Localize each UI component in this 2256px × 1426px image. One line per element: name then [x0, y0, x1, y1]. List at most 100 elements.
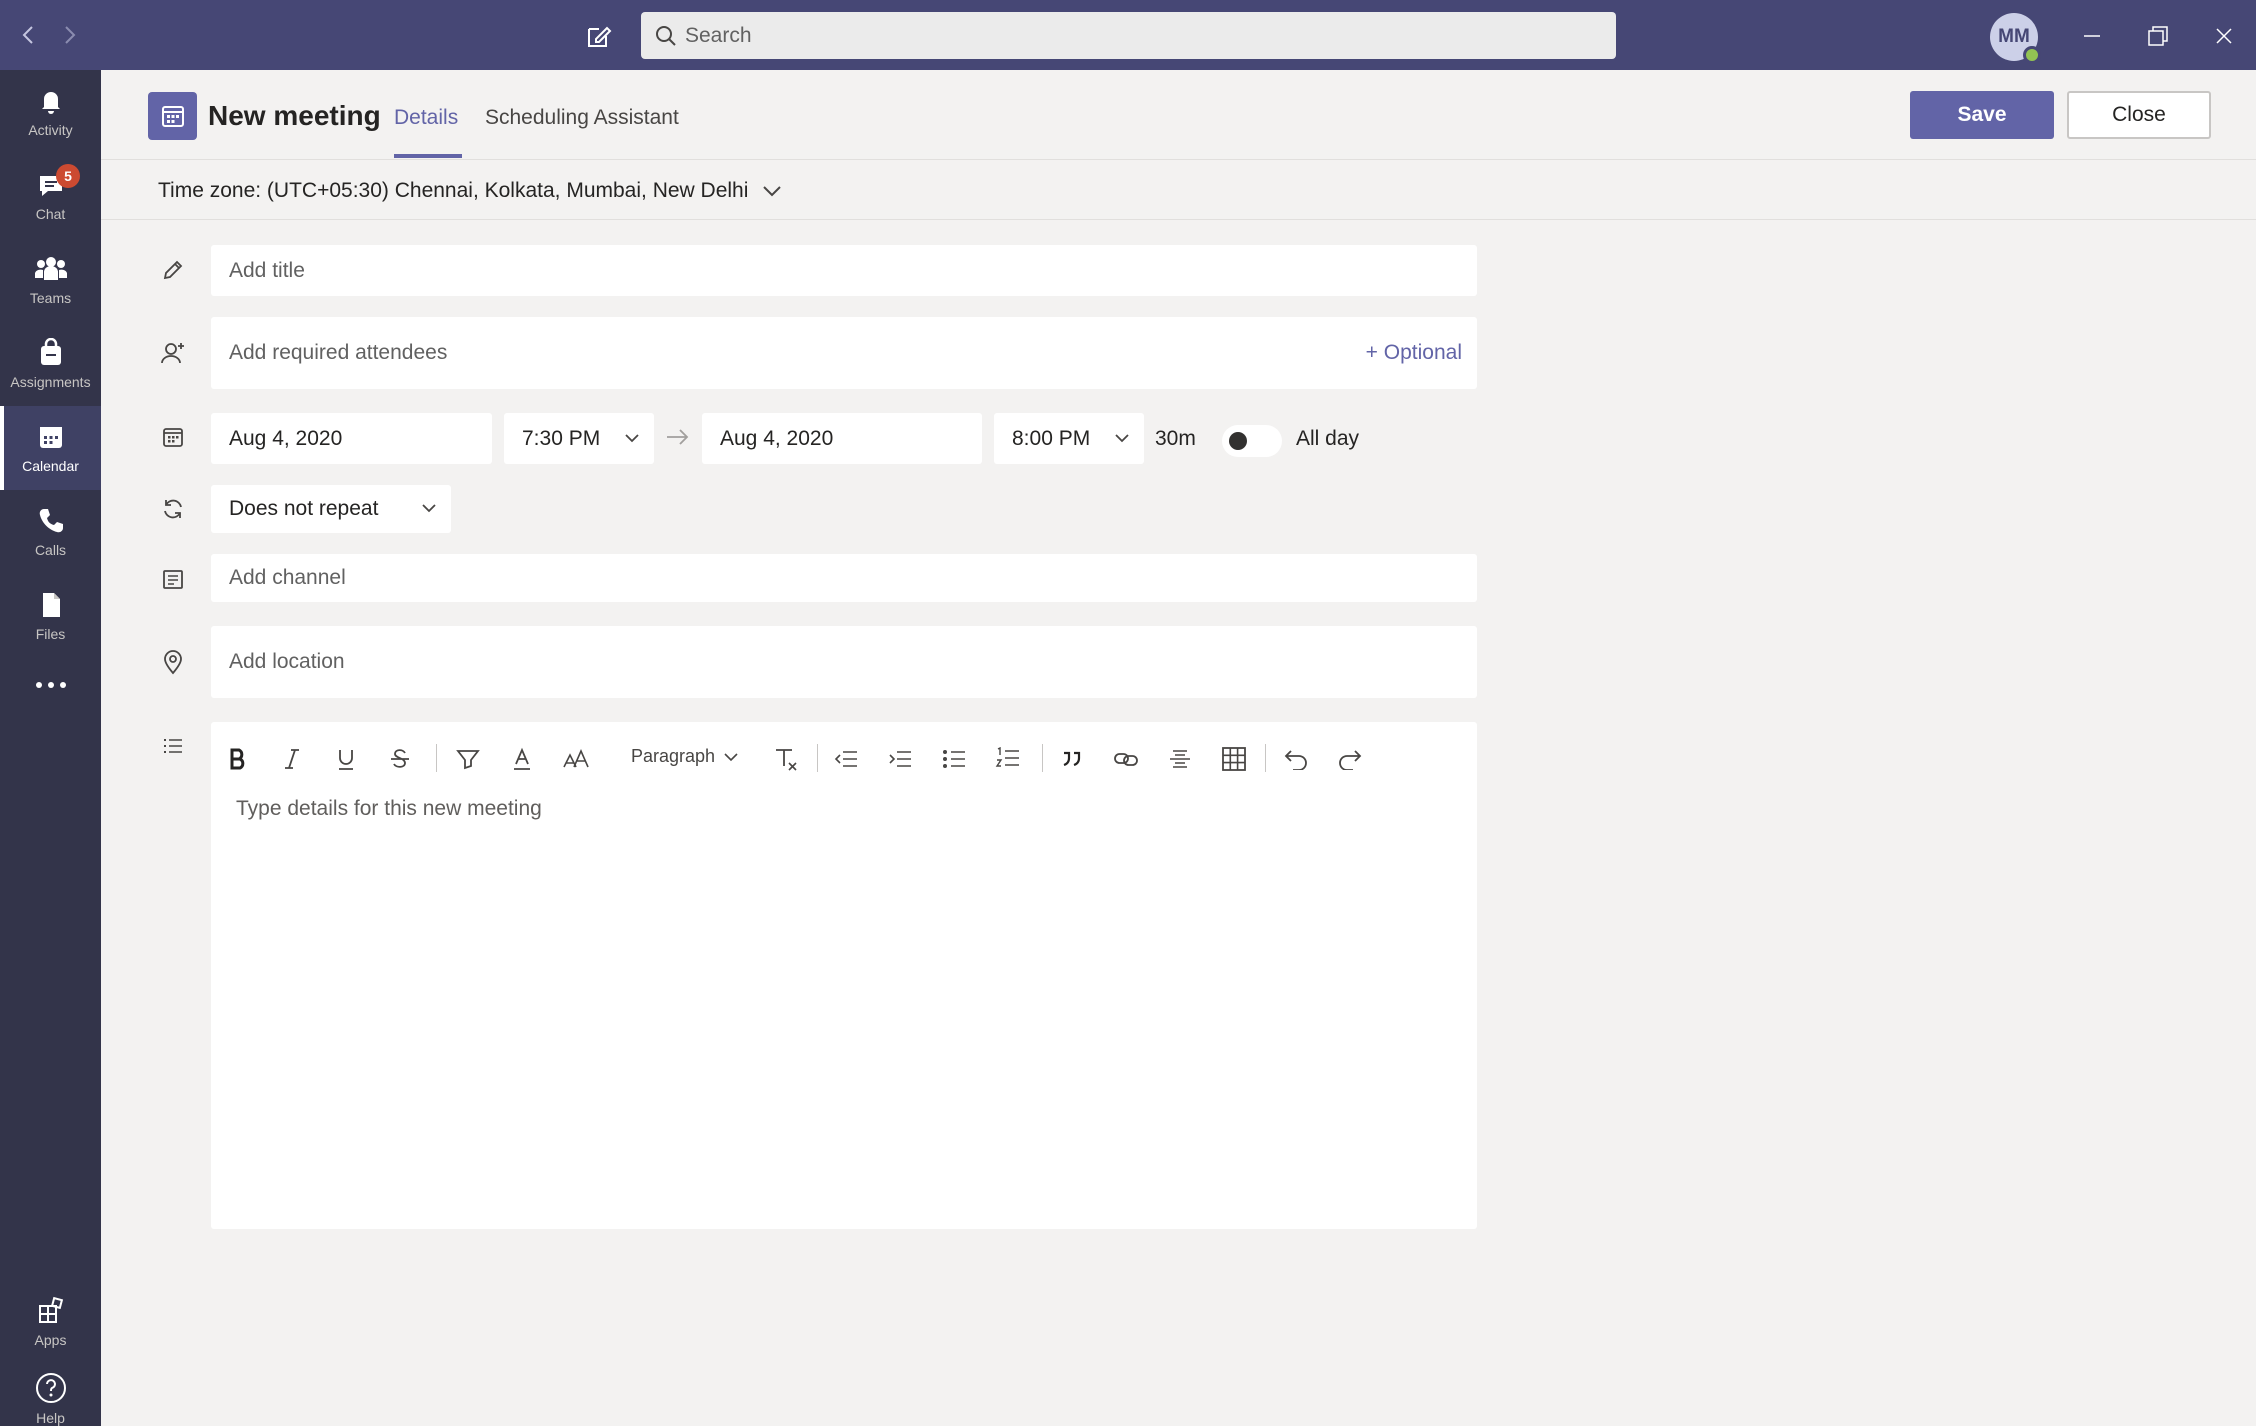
undo-button[interactable] — [1281, 742, 1311, 776]
highlight-button[interactable] — [451, 742, 485, 776]
tab-details[interactable]: Details — [394, 106, 458, 130]
redo-icon — [1339, 750, 1362, 770]
search-icon — [656, 26, 676, 46]
chevron-down-icon — [1115, 433, 1129, 442]
timezone-selector[interactable]: Time zone: (UTC+05:30) Chennai, Kolkata,… — [158, 179, 782, 203]
bulleted-list-button[interactable] — [939, 742, 969, 776]
font-color-button[interactable] — [507, 742, 537, 776]
help-icon — [35, 1373, 66, 1403]
paragraph-style-dropdown[interactable]: Paragraph — [631, 746, 739, 767]
underline-icon — [339, 750, 353, 770]
quote-icon — [1063, 751, 1081, 767]
horizontal-rule-icon — [1170, 750, 1190, 768]
paragraph-label: Paragraph — [631, 746, 716, 766]
start-date-picker[interactable]: Aug 4, 2020 — [211, 413, 492, 464]
attendees-placeholder: Add required attendees — [229, 341, 448, 364]
rail-item-help[interactable]: Help — [0, 1364, 101, 1426]
title-input[interactable]: Add title — [211, 245, 1477, 296]
rail-label: Calendar — [22, 458, 79, 474]
page-title: New meeting — [208, 100, 381, 131]
minimize-button[interactable] — [2070, 14, 2114, 58]
table-icon — [1222, 747, 1246, 771]
add-person-icon — [158, 338, 188, 368]
phone-icon — [39, 509, 63, 533]
duration-label: 30m — [1155, 427, 1196, 450]
optional-attendees-link[interactable]: + Optional — [1366, 341, 1462, 365]
numbered-list-icon — [995, 747, 1019, 767]
font-size-icon — [563, 749, 589, 768]
tab-scheduling-assistant[interactable]: Scheduling Assistant — [485, 106, 679, 130]
rail-item-assignments[interactable]: Assignments — [0, 322, 101, 406]
all-day-toggle[interactable] — [1222, 425, 1282, 457]
bell-icon — [41, 92, 60, 114]
horizontal-rule-button[interactable] — [1165, 742, 1195, 776]
compose-icon — [588, 26, 612, 47]
font-size-button[interactable] — [559, 742, 593, 776]
rail-item-calendar[interactable]: Calendar — [0, 406, 101, 490]
increase-indent-button[interactable] — [885, 742, 915, 776]
list-icon — [158, 731, 188, 761]
save-button[interactable]: Save — [1910, 91, 2054, 139]
rail-label: Files — [35, 626, 66, 642]
channel-input[interactable]: Add channel — [211, 554, 1477, 602]
more-icon — [35, 682, 66, 688]
timezone-label: Time zone: (UTC+05:30) Chennai, Kolkata,… — [158, 179, 749, 202]
link-icon — [1114, 753, 1138, 766]
back-button[interactable] — [10, 17, 46, 53]
close-icon — [2216, 28, 2232, 44]
title-bar: Search MM — [0, 0, 2256, 70]
compose-button[interactable] — [580, 17, 618, 55]
arrow-right-icon — [667, 429, 689, 445]
details-editor[interactable]: Paragraph Type details for this new meet… — [211, 722, 1477, 1229]
rail-item-files[interactable]: Files — [0, 574, 101, 658]
decrease-indent-button[interactable] — [831, 742, 861, 776]
toolbar-separator — [1042, 744, 1043, 772]
bold-icon — [230, 748, 245, 770]
repeat-dropdown[interactable]: Does not repeat — [211, 485, 451, 533]
rail-item-apps[interactable]: Apps — [0, 1280, 101, 1364]
location-pin-icon — [158, 647, 188, 677]
forward-button[interactable] — [52, 17, 88, 53]
restore-button[interactable] — [2136, 14, 2180, 58]
details-placeholder: Type details for this new meeting — [236, 797, 542, 820]
end-time-dropdown[interactable]: 8:00 PM — [994, 413, 1144, 464]
repeat-value: Does not repeat — [229, 497, 379, 520]
strikethrough-button[interactable] — [385, 742, 415, 776]
insert-table-button[interactable] — [1219, 742, 1249, 776]
insert-link-button[interactable] — [1111, 742, 1141, 776]
bold-button[interactable] — [223, 742, 253, 776]
more-apps-button[interactable] — [0, 658, 101, 718]
start-time-dropdown[interactable]: 7:30 PM — [504, 413, 654, 464]
end-date-value: Aug 4, 2020 — [720, 426, 834, 450]
rail-label: Assignments — [10, 374, 91, 390]
location-input[interactable]: Add location — [211, 626, 1477, 698]
quote-button[interactable] — [1057, 742, 1087, 776]
file-icon — [42, 593, 60, 617]
close-button[interactable]: Close — [2067, 91, 2211, 139]
rail-item-chat[interactable]: 5 Chat — [0, 154, 101, 238]
start-time-value: 7:30 PM — [522, 426, 601, 450]
channel-placeholder: Add channel — [229, 566, 346, 589]
rail-item-calls[interactable]: Calls — [0, 490, 101, 574]
search-input[interactable]: Search — [641, 12, 1616, 59]
rail-item-teams[interactable]: Teams — [0, 238, 101, 322]
numbered-list-button[interactable] — [993, 742, 1023, 776]
chevron-down-icon — [763, 186, 782, 197]
attendees-input[interactable]: Add required attendees + Optional — [211, 317, 1477, 389]
underline-button[interactable] — [331, 742, 361, 776]
end-time-value: 8:00 PM — [1012, 426, 1091, 450]
avatar-initials: MM — [1998, 26, 2030, 47]
increase-indent-icon — [889, 751, 911, 767]
start-date-value: Aug 4, 2020 — [229, 426, 343, 450]
clear-formatting-button[interactable] — [771, 742, 801, 776]
end-date-picker[interactable]: Aug 4, 2020 — [702, 413, 982, 464]
rail-item-activity[interactable]: Activity — [0, 70, 101, 154]
channel-icon — [158, 564, 188, 594]
redo-button[interactable] — [1335, 742, 1365, 776]
avatar[interactable]: MM — [1990, 13, 2041, 64]
window-close-button[interactable] — [2202, 14, 2246, 58]
italic-button[interactable] — [277, 742, 307, 776]
apps-icon — [38, 1296, 63, 1323]
chevron-right-icon — [65, 26, 76, 44]
tab-active-indicator — [394, 154, 462, 158]
